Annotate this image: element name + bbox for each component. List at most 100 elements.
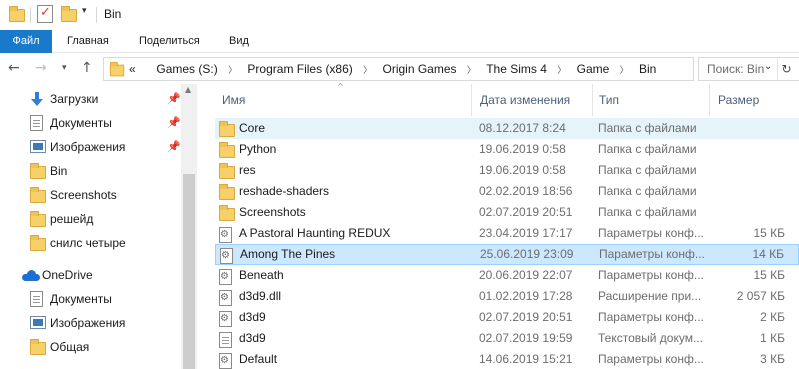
breadcrumb-item[interactable]: Games (S:) [156, 58, 217, 80]
file-row[interactable]: Python 19.06.2019 0:58 Папка с файлами [215, 139, 799, 160]
chevron-right-icon[interactable]: 〉 [221, 60, 244, 82]
file-row[interactable]: d3d9 02.07.2019 20:51 Параметры конф... 2 К… [215, 307, 799, 328]
config-file-icon [220, 248, 233, 264]
file-size: 14 КБ [752, 247, 784, 261]
file-name: reshade-shaders [239, 184, 330, 198]
file-date: 02.07.2019 20:51 [479, 310, 573, 324]
breadcrumb-item[interactable]: The Sims 4 [486, 58, 547, 80]
recent-locations-icon[interactable]: ▾ [62, 63, 67, 73]
file-row[interactable]: Beneath 20.06.2019 22:07 Параметры конф...… [215, 265, 799, 286]
file-size: 15 КБ [753, 226, 785, 240]
config-file-icon [219, 269, 232, 285]
pin-icon: 📌 [167, 92, 181, 105]
file-type: Папка с файлами [598, 184, 697, 198]
file-date: 20.06.2019 22:07 [479, 268, 573, 282]
ribbon-tabs: Файл Главная Поделиться Вид [0, 30, 799, 53]
tab-home[interactable]: Главная [55, 30, 121, 53]
breadcrumb-overflow[interactable]: « [129, 58, 136, 80]
file-row[interactable]: reshade-shaders 02.02.2019 18:56 Папка с ф… [215, 181, 799, 202]
file-date: 02.02.2019 18:56 [479, 184, 573, 198]
divider [96, 7, 97, 23]
scroll-up-icon[interactable]: ▲ [185, 85, 191, 94]
column-header-type[interactable]: Тип [592, 84, 709, 116]
folder-icon [219, 184, 235, 200]
nav-item-reshade[interactable]: решейд [30, 208, 180, 230]
file-type: Папка с файлами [598, 142, 697, 156]
forward-arrow-icon[interactable]: → [35, 60, 47, 76]
address-bar[interactable]: « Games (S:) 〉 Program Files (x86) 〉 Ori… [103, 57, 792, 82]
file-type: Параметры конф... [598, 310, 704, 324]
tab-share[interactable]: Поделиться [127, 30, 212, 53]
folder-icon [9, 6, 25, 22]
file-name: Beneath [239, 268, 284, 282]
scrollbar-thumb[interactable] [183, 174, 195, 369]
back-arrow-icon[interactable]: ← [8, 60, 20, 76]
file-size: 3 КБ [760, 352, 785, 366]
new-folder-icon[interactable] [61, 6, 77, 22]
nav-item-onedrive[interactable]: OneDrive [22, 264, 180, 286]
folder-icon [30, 187, 46, 203]
chevron-right-icon[interactable]: 〉 [550, 60, 573, 82]
nav-item-onedrive-shared[interactable]: Общая [30, 336, 180, 358]
file-row[interactable]: d3d9 02.07.2019 19:59 Текстовый докум... 1 … [215, 328, 799, 349]
folder-icon [109, 61, 125, 77]
file-row[interactable]: Screenshots 02.07.2019 20:51 Папка с файла… [215, 202, 799, 223]
cloud-icon [22, 270, 40, 281]
nav-item-screenshots[interactable]: Screenshots [30, 184, 180, 206]
folder-icon [30, 339, 46, 355]
title-bar: ▾ Bin [0, 0, 799, 30]
file-row[interactable]: res 19.06.2019 0:58 Папка с файлами [215, 160, 799, 181]
file-size: 2 057 КБ [736, 289, 785, 303]
column-header-date[interactable]: Дата изменения [473, 84, 592, 116]
nav-item-onedrive-pictures[interactable]: Изображения [30, 312, 180, 334]
column-header-size[interactable]: Размер [711, 84, 799, 116]
folder-icon [30, 235, 46, 251]
file-date: 25.06.2019 23:09 [480, 247, 574, 261]
chevron-right-icon[interactable]: 〉 [356, 60, 379, 82]
file-name: Screenshots [239, 205, 306, 219]
tab-file[interactable]: Файл [0, 30, 52, 53]
file-date: 08.12.2017 8:24 [479, 121, 566, 135]
file-name: res [239, 163, 256, 177]
nav-scrollbar[interactable]: ▲ [181, 84, 197, 369]
nav-item-snils[interactable]: снилс четыре [30, 232, 180, 254]
file-type: Папка с файлами [598, 163, 697, 177]
file-date: 01.02.2019 17:28 [479, 289, 573, 303]
tab-view[interactable]: Вид [217, 30, 261, 53]
breadcrumb-item[interactable]: Bin [639, 58, 656, 80]
navigation-pane: Загрузки 📌 Документы 📌 Изображения 📌 Bin… [0, 84, 197, 369]
file-row[interactable]: d3d9.dll 01.02.2019 17:28 Расширение при..… [215, 286, 799, 307]
config-file-icon [219, 353, 232, 369]
file-row[interactable]: Default 14.06.2019 15:21 Параметры конф...… [215, 349, 799, 369]
breadcrumb-item[interactable]: Origin Games [382, 58, 456, 80]
config-file-icon [219, 311, 232, 327]
nav-item-bin[interactable]: Bin [30, 160, 180, 182]
folder-icon [219, 142, 235, 158]
nav-item-documents[interactable]: Документы 📌 [30, 112, 181, 134]
search-input[interactable]: Поиск: Bin [698, 57, 799, 81]
file-row[interactable]: Among The Pines 25.06.2019 23:09 Параметры… [215, 244, 799, 265]
column-divider[interactable] [709, 84, 710, 116]
file-date: 23.04.2019 17:17 [479, 226, 573, 240]
customize-toolbar-icon[interactable]: ▾ [82, 6, 87, 16]
chevron-right-icon[interactable]: 〉 [613, 60, 636, 82]
nav-item-pictures[interactable]: Изображения 📌 [30, 136, 181, 158]
column-divider[interactable] [471, 84, 472, 116]
up-arrow-icon[interactable]: ↑ [81, 60, 93, 76]
folder-icon [30, 163, 46, 179]
config-file-icon [219, 227, 232, 243]
column-header-name[interactable]: Имя [215, 84, 471, 116]
properties-icon[interactable] [37, 5, 53, 23]
file-size: 15 КБ [753, 268, 785, 282]
file-row[interactable]: A Pastoral Haunting REDUX 23.04.2019 17:1… [215, 223, 799, 244]
file-row[interactable]: Core 08.12.2017 8:24 Папка с файлами [215, 118, 799, 139]
file-list: ^ Имя Дата изменения Тип Размер Core 08.1… [197, 82, 799, 369]
nav-item-downloads[interactable]: Загрузки 📌 [30, 88, 181, 110]
file-type: Папка с файлами [598, 205, 697, 219]
file-name: d3d9.dll [239, 289, 282, 303]
nav-item-onedrive-documents[interactable]: Документы [30, 288, 180, 310]
breadcrumb-item[interactable]: Program Files (x86) [247, 58, 352, 80]
divider [30, 7, 31, 23]
chevron-right-icon[interactable]: 〉 [460, 60, 483, 82]
breadcrumb-item[interactable]: Game [577, 58, 610, 80]
